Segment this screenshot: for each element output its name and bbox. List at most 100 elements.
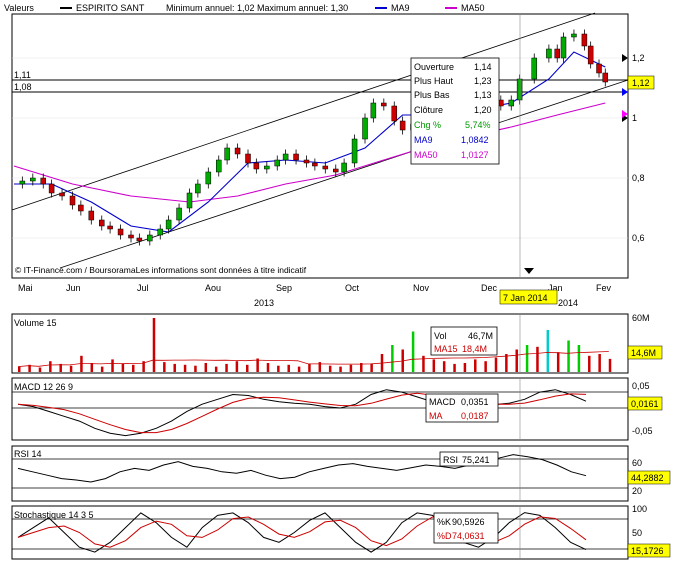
volume-box-ma15-label: MA15 — [434, 344, 458, 354]
volume-bar — [339, 366, 342, 372]
rsi-panel[interactable]: RSI 14 RSI 75,241 60 20 44,2882 — [11, 445, 671, 502]
volume-box-vol-label: Vol — [434, 331, 447, 341]
stochastic-panel[interactable]: Stochastique 14 3 5 %K 90,5926 %D 74,063… — [11, 504, 671, 560]
candle-body — [30, 177, 36, 182]
macd-tick-005: 0,05 — [632, 381, 650, 391]
volume-bar — [442, 361, 446, 372]
stock-name: ESPIRITO SANT — [76, 3, 145, 13]
tooltip-low-label: Plus Bas — [414, 90, 450, 100]
stoch-box-k-value: 90,5926 — [452, 517, 485, 527]
month-sep: Sep — [276, 283, 292, 293]
current-price-tag-label: 1,12 — [632, 78, 650, 88]
volume-bar — [277, 365, 280, 372]
candle-body — [234, 147, 241, 155]
stochastic-panel-frame — [11, 505, 629, 560]
candle-body — [88, 210, 95, 221]
volume-bar — [567, 340, 570, 372]
tooltip-ma50-label: MA50 — [414, 150, 438, 160]
min-max-annual: Minimum annuel: 1,02 Maximum annuel: 1,3… — [166, 3, 348, 13]
volume-bar — [349, 364, 353, 372]
candle-body — [19, 180, 26, 185]
candle-body — [531, 57, 537, 80]
volume-bar — [453, 363, 456, 372]
volume-bar — [546, 329, 550, 372]
candle-body — [157, 228, 164, 236]
volume-bar — [132, 364, 135, 372]
price-tick-12: 1,2 — [632, 53, 645, 63]
candle-body — [59, 192, 65, 197]
candle-body — [176, 207, 182, 221]
candle-body — [186, 192, 193, 209]
tooltip-chg-value: 5,74% — [465, 120, 491, 130]
volume-bar — [556, 352, 560, 372]
macd-tick-m005: -0,05 — [632, 426, 653, 436]
x-axis: Mai Jun Jul Aou Sep Oct Nov Dec Jan Fev … — [18, 283, 612, 308]
volume-bar — [411, 331, 415, 372]
tooltip-open-label: Ouverture — [414, 62, 454, 72]
month-jun: Jun — [66, 283, 81, 293]
ma9-legend-label: MA9 — [391, 3, 410, 13]
price-panel[interactable]: 1,11 1,08 1,2 1 0,8 0,6 1,12 © IT-Financ… — [11, 12, 655, 279]
volume-panel[interactable]: Volume 15 Vol 46,7M MA15 18,4M 60M 14,6M — [11, 313, 663, 374]
volume-title: Volume 15 — [14, 318, 57, 328]
ma50-legend-label: MA50 — [461, 3, 485, 13]
values-label: Valeurs — [4, 3, 34, 13]
rsi-box-label: RSI — [443, 455, 458, 465]
price-tick-06: 0,6 — [632, 233, 645, 243]
candle-body — [596, 63, 602, 74]
volume-bar — [608, 358, 612, 372]
volume-bar — [494, 357, 498, 372]
candle-body — [205, 171, 212, 185]
candle-body — [245, 153, 251, 164]
rsi-box-value: 75,241 — [462, 455, 490, 465]
level-label-111: 1,11 — [14, 70, 31, 80]
stoch-box-d-label: %D — [437, 531, 452, 541]
candle-body — [99, 219, 105, 227]
candle-body — [195, 183, 201, 194]
candle-body — [399, 120, 406, 131]
month-nov: Nov — [413, 283, 430, 293]
stochastic-title: Stochastique 14 3 5 — [14, 510, 94, 520]
candle-body — [147, 234, 153, 242]
month-mai: Mai — [18, 283, 33, 293]
volume-bar — [525, 345, 529, 372]
volume-bar — [515, 349, 518, 372]
ohlc-tooltip: Ouverture 1,14 Plus Haut 1,23 Plus Bas 1… — [410, 57, 500, 165]
volume-bar — [204, 363, 208, 372]
volume-box-vol-value: 46,7M — [468, 331, 493, 341]
volume-bar — [173, 363, 176, 372]
month-oct: Oct — [345, 283, 360, 293]
volume-bar — [266, 363, 270, 372]
tooltip-ma9-value: 1,0842 — [461, 135, 489, 145]
volume-bar — [225, 363, 228, 372]
volume-bar — [194, 365, 197, 372]
volume-bar — [49, 361, 52, 372]
year-2014: 2014 — [558, 298, 578, 308]
macd-panel-frame — [11, 377, 629, 441]
volume-tag-label: 14,6M — [631, 348, 656, 358]
candle-body — [117, 228, 124, 236]
tooltip-open-value: 1,14 — [474, 62, 492, 72]
volume-bar — [152, 318, 156, 372]
candle-body — [282, 153, 289, 161]
cursor-date-label: 7 Jan 2014 — [503, 293, 548, 303]
candle-body — [581, 33, 588, 47]
month-jul: Jul — [137, 283, 149, 293]
tooltip-ma9-label: MA9 — [414, 135, 433, 145]
volume-bar — [297, 366, 301, 372]
candle-body — [571, 33, 577, 38]
stoch-tag-label: 15,1726 — [631, 546, 664, 556]
macd-panel[interactable]: MACD 12 26 9 MACD 0,0351 MA 0,0187 0,05 … — [11, 377, 663, 441]
candle-body — [602, 72, 609, 83]
stoch-tick-100: 100 — [632, 504, 647, 514]
candle-body — [107, 225, 113, 230]
candle-body — [216, 159, 222, 173]
candle-body — [128, 234, 134, 239]
candle-body — [560, 36, 567, 59]
volume-bar — [391, 345, 394, 372]
volume-bar — [370, 363, 373, 372]
volume-bar — [474, 359, 477, 372]
volume-bar — [588, 355, 591, 372]
candle-body — [508, 99, 515, 107]
tooltip-chg-label: Chg % — [414, 120, 441, 130]
